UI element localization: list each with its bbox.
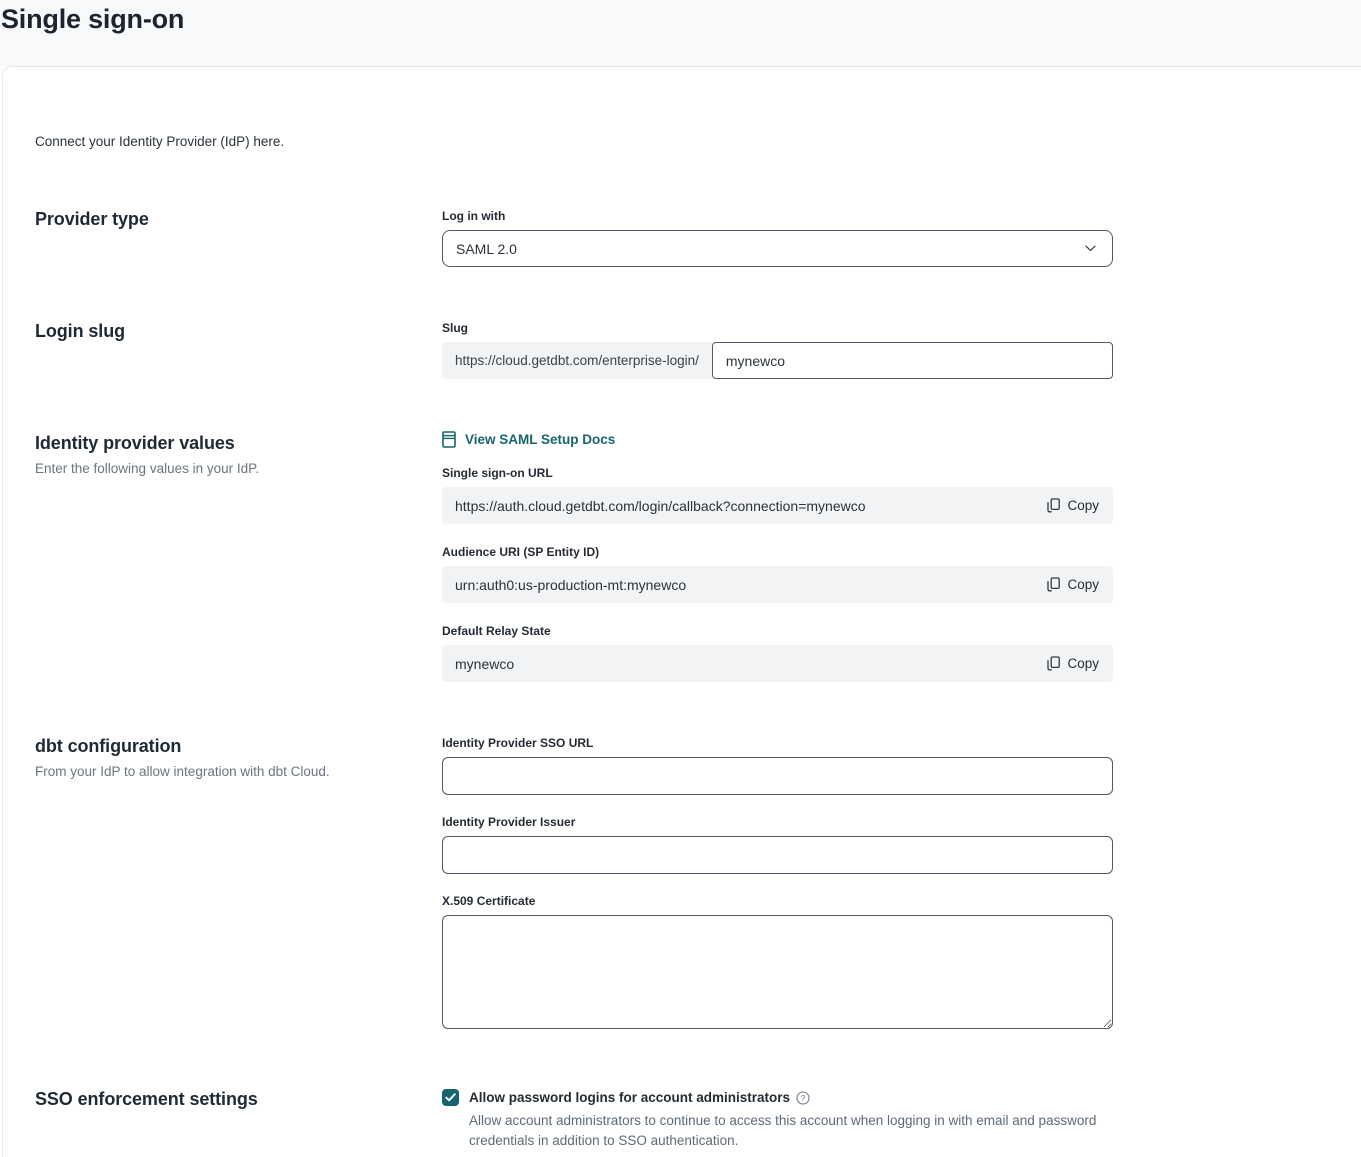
idp-sso-url-label: Identity Provider SSO URL	[442, 734, 1113, 751]
slug-label: Slug	[442, 319, 1113, 336]
copy-icon	[1047, 577, 1060, 592]
provider-type-heading: Provider type	[35, 207, 442, 231]
sso-enforcement-heading: SSO enforcement settings	[35, 1087, 442, 1111]
login-with-select[interactable]: SAML 2.0	[442, 230, 1113, 267]
slug-field-group: https://cloud.getdbt.com/enterprise-logi…	[442, 342, 1113, 379]
allow-password-checkbox-label: Allow password logins for account admini…	[469, 1089, 790, 1106]
book-icon	[442, 431, 456, 448]
allow-password-checkbox[interactable]	[442, 1089, 459, 1106]
page-title: Single sign-on	[1, 4, 184, 35]
idp-values-subheading: Enter the following values in your IdP.	[35, 460, 442, 478]
intro-text: Connect your Identity Provider (IdP) her…	[35, 133, 1361, 151]
svg-text:?: ?	[801, 1093, 806, 1103]
slug-input[interactable]	[712, 342, 1113, 379]
help-circle-icon[interactable]: ?	[796, 1091, 810, 1105]
relay-state-label: Default Relay State	[442, 622, 1113, 639]
copy-icon	[1047, 498, 1060, 513]
audience-uri-value-box: urn:auth0:us-production-mt:mynewco Copy	[442, 566, 1113, 603]
audience-uri-value: urn:auth0:us-production-mt:mynewco	[455, 577, 686, 593]
idp-issuer-label: Identity Provider Issuer	[442, 813, 1113, 830]
dbt-configuration-heading: dbt configuration	[35, 734, 442, 758]
section-login-slug: Login slug Slug https://cloud.getdbt.com…	[35, 319, 1361, 379]
certificate-textarea[interactable]	[442, 915, 1113, 1029]
section-provider-type: Provider type Log in with SAML 2.0	[35, 207, 1361, 267]
view-saml-docs-label: View SAML Setup Docs	[465, 432, 615, 447]
copy-audience-uri-button[interactable]: Copy	[1047, 577, 1099, 592]
copy-button-label: Copy	[1067, 498, 1099, 513]
page-header: Single sign-on	[0, 0, 1361, 66]
idp-values-heading: Identity provider values	[35, 431, 442, 455]
chevron-down-icon	[1085, 245, 1096, 252]
idp-sso-url-input[interactable]	[442, 757, 1113, 795]
view-saml-docs-link[interactable]: View SAML Setup Docs	[442, 431, 615, 448]
sso-url-value-box: https://auth.cloud.getdbt.com/login/call…	[442, 487, 1113, 524]
section-dbt-configuration: dbt configuration From your IdP to allow…	[35, 734, 1361, 1034]
section-sso-enforcement: SSO enforcement settings Allow password …	[35, 1087, 1361, 1151]
slug-url-prefix: https://cloud.getdbt.com/enterprise-logi…	[442, 342, 712, 379]
allow-password-description: Allow account administrators to continue…	[469, 1111, 1097, 1151]
copy-icon	[1047, 656, 1060, 671]
audience-uri-label: Audience URI (SP Entity ID)	[442, 543, 1113, 560]
certificate-label: X.509 Certificate	[442, 892, 1113, 909]
login-with-label: Log in with	[442, 207, 1113, 224]
allow-password-logins-row: Allow password logins for account admini…	[442, 1087, 1113, 1151]
sso-url-value: https://auth.cloud.getdbt.com/login/call…	[455, 498, 866, 514]
login-with-selected-value: SAML 2.0	[456, 241, 517, 257]
copy-button-label: Copy	[1067, 656, 1099, 671]
copy-sso-url-button[interactable]: Copy	[1047, 498, 1099, 513]
copy-button-label: Copy	[1067, 577, 1099, 592]
relay-state-value-box: mynewco Copy	[442, 645, 1113, 682]
dbt-configuration-subheading: From your IdP to allow integration with …	[35, 763, 442, 781]
sso-url-label: Single sign-on URL	[442, 464, 1113, 481]
check-icon	[445, 1093, 456, 1102]
section-idp-values: Identity provider values Enter the follo…	[35, 431, 1361, 682]
idp-issuer-input[interactable]	[442, 836, 1113, 874]
login-slug-heading: Login slug	[35, 319, 442, 343]
relay-state-value: mynewco	[455, 656, 514, 672]
copy-relay-state-button[interactable]: Copy	[1047, 656, 1099, 671]
settings-card: Connect your Identity Provider (IdP) her…	[2, 66, 1361, 1157]
